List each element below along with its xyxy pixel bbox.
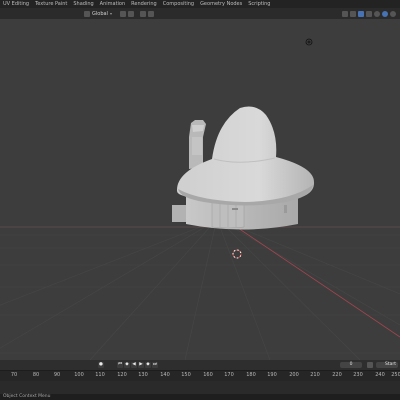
3d-viewport[interactable] [0,19,400,361]
tab-uv-editing[interactable]: UV Editing [0,0,32,8]
ruler-tick: 160 [203,372,213,378]
current-frame-field[interactable]: 0 [340,362,362,368]
ruler-tick: 90 [53,372,61,378]
next-keyframe-icon[interactable]: ◆ [145,362,151,368]
proportional-edit-icon[interactable] [139,10,146,17]
snap-icon[interactable] [127,10,134,17]
tab-compositing[interactable]: Compositing [160,0,197,8]
viewport-scene [0,38,400,361]
falloff-icon[interactable] [147,10,154,17]
light-icon [305,38,313,46]
timeline-editor: ● ⏮ ◆ ◀ ▶ ◆ ⏭ 0 Start 70 80 90 100 110 1… [0,360,400,394]
playback-controls: ● ⏮ ◆ ◀ ▶ ◆ ⏭ 0 Start [0,360,400,370]
ruler-tick: 210 [310,372,320,378]
xray-icon[interactable] [366,10,372,17]
status-bar: Object Context Menu [0,394,400,400]
ruler-tick: 100 [74,372,84,378]
status-text: Object Context Menu [3,394,51,399]
ruler-tick: 250 [391,372,400,378]
frame-ruler[interactable]: 70 80 90 100 110 120 130 140 150 160 170… [0,370,400,381]
visibility-icon[interactable] [342,10,348,17]
floor-grid [0,226,400,361]
chimney [189,120,206,169]
prev-keyframe-icon[interactable]: ◆ [124,362,130,368]
clock-icon[interactable] [367,362,373,368]
ruler-tick: 190 [267,372,277,378]
play-icon[interactable]: ▶ [138,362,144,368]
tab-rendering[interactable]: Rendering [128,0,160,8]
workspace-tab-bar: UV Editing Texture Paint Shading Animati… [0,0,400,8]
keyframe-record-icon[interactable]: ● [98,362,104,368]
solid-shading-icon[interactable] [374,10,380,17]
ruler-tick: 230 [353,372,363,378]
chevron-down-icon: ▾ [109,11,112,16]
jump-start-icon[interactable]: ⏮ [117,362,123,368]
overlay-icon[interactable] [358,10,364,17]
ruler-tick: 80 [32,372,40,378]
transform-orientation-dropdown[interactable]: Global [92,11,108,17]
ruler-tick: 70 [10,372,18,378]
timeline-track-area[interactable] [0,381,400,394]
tab-texture-paint[interactable]: Texture Paint [32,0,70,8]
ruler-tick: 200 [289,372,299,378]
ruler-tick: 240 [375,372,385,378]
play-reverse-icon[interactable]: ◀ [131,362,137,368]
ruler-tick: 220 [332,372,342,378]
x-axis-line [237,227,400,338]
rendered-shading-icon[interactable] [390,10,396,17]
pivot-icon[interactable] [119,10,126,17]
material-shading-icon[interactable] [382,10,388,17]
start-frame-field[interactable]: Start [376,362,398,368]
jump-end-icon[interactable]: ⏭ [152,362,158,368]
ruler-tick: 170 [224,372,234,378]
ruler-tick: 180 [246,372,256,378]
ruler-tick: 140 [160,372,170,378]
ruler-tick: 110 [95,372,105,378]
viewport-header: Global ▾ [0,8,400,19]
tab-animation[interactable]: Animation [97,0,129,8]
tab-shading[interactable]: Shading [70,0,96,8]
ruler-tick: 130 [138,372,148,378]
ruler-tick: 120 [117,372,127,378]
orientation-icon[interactable] [84,10,90,17]
gizmo-icon[interactable] [350,10,356,17]
tab-geometry-nodes[interactable]: Geometry Nodes [197,0,245,8]
tab-scripting[interactable]: Scripting [245,0,273,8]
3d-cursor-icon [232,249,242,259]
ruler-tick: 150 [181,372,191,378]
